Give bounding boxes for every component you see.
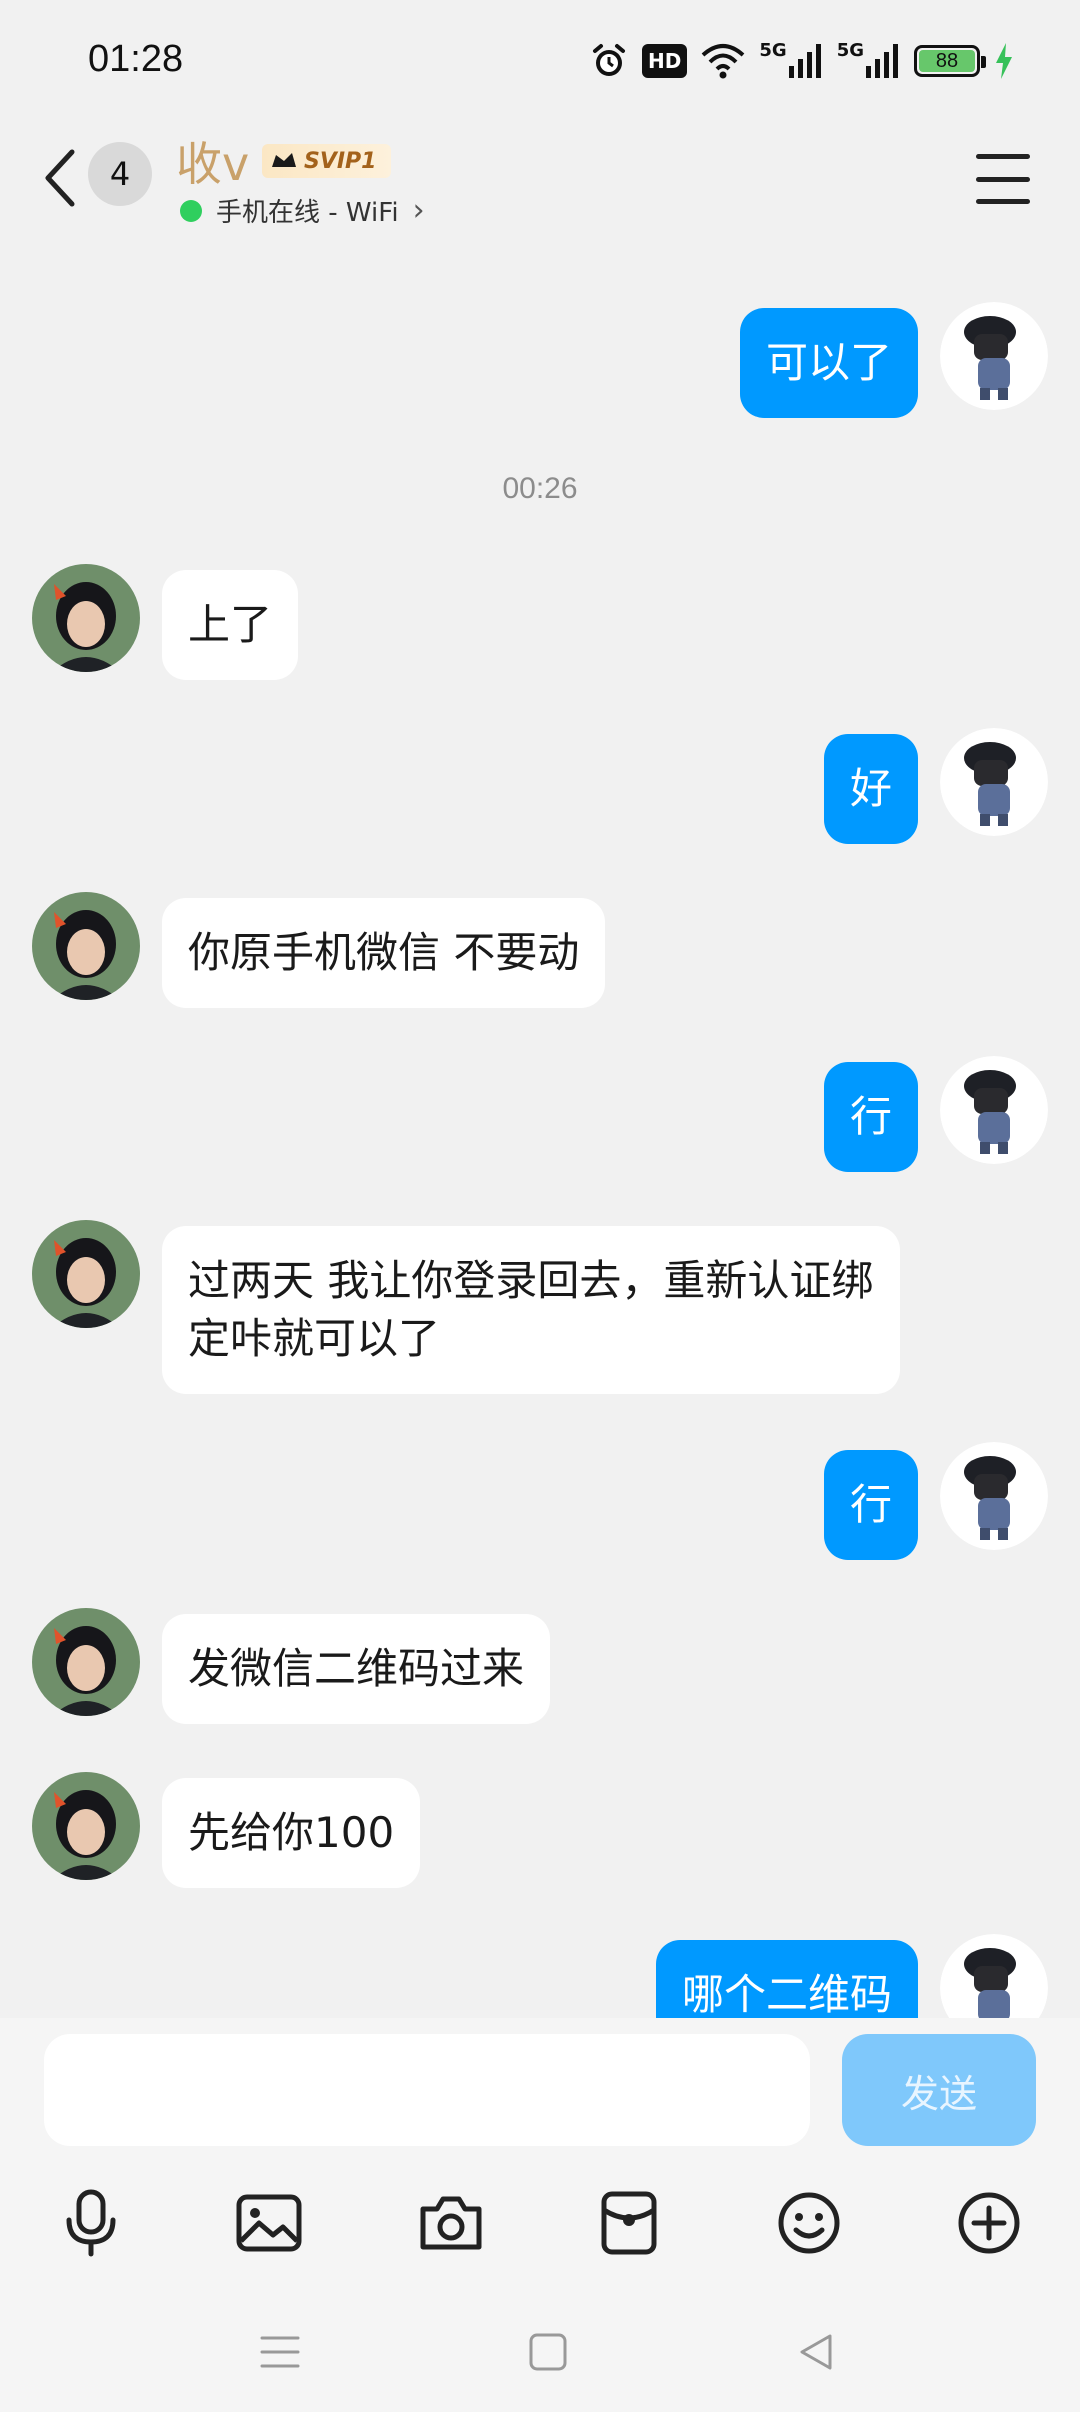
message-bubble-in[interactable]: 先给你100 [162,1778,421,1888]
input-toolbar [0,2178,1080,2278]
plus-icon[interactable] [944,2178,1034,2268]
status-time: 01:28 [88,38,184,80]
menu-button[interactable] [976,154,1030,204]
contact-avatar[interactable] [32,1772,140,1880]
wifi-icon [701,38,745,84]
message-bubble-in[interactable]: 过两天 我让你登录回去，重新认证绑定咔就可以了 [162,1226,900,1394]
message-bubble-out[interactable]: 可以了 [739,308,918,418]
image-icon[interactable] [224,2178,314,2268]
chat-header: 4 收v SVIP1 手机在线 - WiFi › [0,120,1080,250]
signal-icon-2: 5G [837,38,900,84]
my-avatar[interactable] [940,302,1048,410]
message-bubble-out[interactable]: 行 [823,1450,918,1560]
battery-icon: 88 [914,38,986,84]
contact-avatar[interactable] [32,1608,140,1716]
message-input[interactable] [44,2034,810,2146]
home-square-icon[interactable] [518,2322,578,2382]
contact-avatar[interactable] [32,1220,140,1328]
my-avatar[interactable] [940,1056,1048,1164]
chat-timestamp: 00:26 [502,472,578,505]
online-dot-icon [180,199,202,222]
contact-avatar[interactable] [32,892,140,1000]
hd-icon: HD [642,38,688,84]
contact-name[interactable]: 收v [176,128,249,194]
alarm-icon [590,38,628,84]
send-button[interactable]: 发送 [842,2034,1036,2146]
contact-avatar[interactable] [32,564,140,672]
charging-icon [994,38,1014,84]
chevron-right-icon: › [412,193,425,228]
back-triangle-icon[interactable] [786,2322,846,2382]
my-avatar[interactable] [940,728,1048,836]
status-bar: 01:28 HD 5G 5G 88 [0,0,1080,120]
back-arrow-icon [45,149,75,207]
online-status-text: 手机在线 - WiFi [216,198,399,228]
red-packet-icon[interactable] [584,2178,674,2268]
message-bubble-out[interactable]: 好 [823,734,918,844]
back-button[interactable] [30,142,90,214]
system-nav-bar [0,2300,1080,2412]
online-status[interactable]: 手机在线 - WiFi › [180,192,425,229]
unread-count-badge[interactable]: 4 [88,142,152,206]
message-bubble-in[interactable]: 你原手机微信 不要动 [162,898,606,1008]
message-bubble-out[interactable]: 行 [823,1062,918,1172]
emoji-icon[interactable] [764,2178,854,2268]
camera-icon[interactable] [406,2178,496,2268]
vip-crown-icon [272,153,296,167]
vip-badge: SVIP1 [262,144,391,178]
status-icons: HD 5G 5G 88 [590,38,1014,84]
message-bubble-in[interactable]: 上了 [162,570,299,680]
recents-menu-icon[interactable] [250,2322,310,2382]
my-avatar[interactable] [940,1442,1048,1550]
microphone-icon[interactable] [46,2178,136,2268]
message-bubble-in[interactable]: 发微信二维码过来 [162,1614,551,1724]
signal-icon-1: 5G [759,38,822,84]
